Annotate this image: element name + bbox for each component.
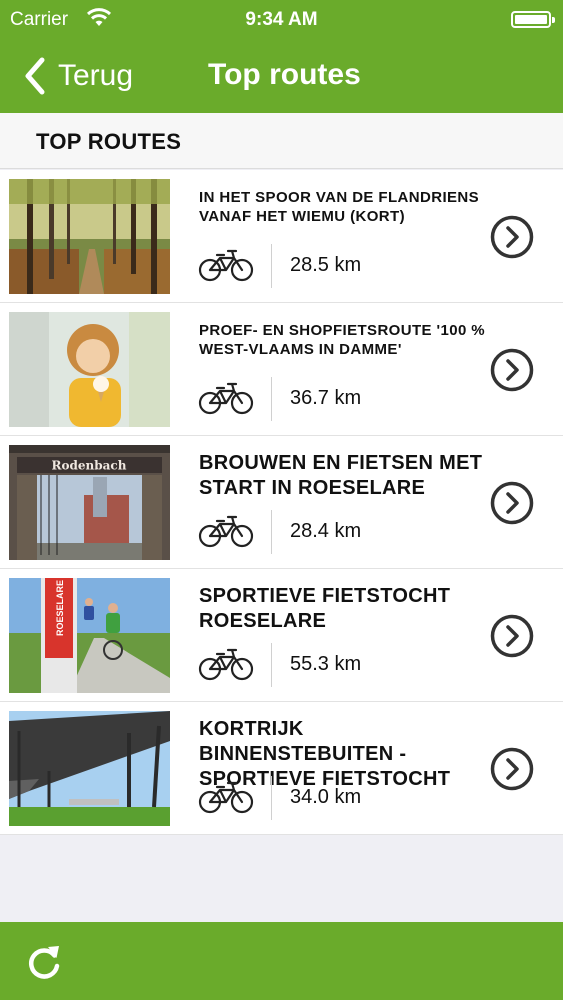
navigation-bar: Terug Top routes <box>0 40 563 113</box>
divider <box>271 776 272 820</box>
route-thumbnail-bridge-park <box>9 711 170 826</box>
divider <box>271 377 272 421</box>
top-bar: Carrier 9:34 AM Terug Top routes <box>0 0 563 113</box>
route-distance: 28.4 km <box>290 520 362 542</box>
chevron-right-circle-icon[interactable] <box>490 614 534 658</box>
divider <box>271 510 272 554</box>
route-row[interactable]: KORTRIJK BINNENSTEBUITEN - SPORTIEVE FIE… <box>0 702 563 835</box>
chevron-right-circle-icon[interactable] <box>490 481 534 525</box>
bicycle-icon <box>198 515 254 548</box>
chevron-left-icon <box>25 57 45 95</box>
bicycle-icon <box>198 249 254 282</box>
back-label: Terug <box>58 59 134 92</box>
route-title: PROEF- EN SHOPFIETSROUTE '100 % WEST-VLA… <box>199 322 486 358</box>
brewery-sign-text: Rodenbach <box>52 459 127 473</box>
route-distance: 36.7 km <box>290 387 362 409</box>
section-header: TOP ROUTES <box>0 113 563 169</box>
chevron-right-circle-icon[interactable] <box>490 747 534 791</box>
bicycle-icon <box>198 648 254 681</box>
refresh-icon[interactable] <box>26 942 62 980</box>
route-row[interactable]: IN HET SPOOR VAN DE FLANDRIENS VANAF HET… <box>0 170 563 303</box>
route-thumbnail-cyclists-signpost: ROESELARE <box>9 578 170 693</box>
route-title: BROUWEN EN FIETSEN MET START IN ROESELAR… <box>199 452 483 499</box>
page-title: Top routes <box>208 58 361 91</box>
route-distance: 55.3 km <box>290 653 362 675</box>
battery-icon <box>511 11 555 28</box>
route-title: SPORTIEVE FIETSTOCHT ROESELARE <box>199 585 451 632</box>
route-row[interactable]: PROEF- EN SHOPFIETSROUTE '100 % WEST-VLA… <box>0 303 563 436</box>
bottom-toolbar <box>0 922 563 1000</box>
chevron-right-circle-icon[interactable] <box>490 215 534 259</box>
bicycle-icon <box>198 382 254 415</box>
status-time: 9:34 AM <box>245 9 318 30</box>
route-title: IN HET SPOOR VAN DE FLANDRIENS VANAF HET… <box>199 189 480 225</box>
section-title: TOP ROUTES <box>36 129 182 154</box>
route-row[interactable]: Rodenbach BROUWEN EN FIETSEN MET START I… <box>0 436 563 569</box>
route-thumbnail-brewery-gate: Rodenbach <box>9 445 170 560</box>
route-thumbnail-child-ice-cream <box>9 312 170 427</box>
route-thumbnail-forest-path <box>9 179 170 294</box>
divider <box>271 643 272 687</box>
status-bar: Carrier 9:34 AM <box>0 0 563 38</box>
route-row[interactable]: ROESELARE SPORTIEVE FIETSTOCHT ROESELARE… <box>0 569 563 702</box>
route-list: IN HET SPOOR VAN DE FLANDRIENS VANAF HET… <box>0 170 563 835</box>
route-distance: 28.5 km <box>290 254 362 276</box>
route-distance: 34.0 km <box>290 786 362 808</box>
chevron-right-circle-icon[interactable] <box>490 348 534 392</box>
back-button[interactable]: Terug <box>22 54 133 98</box>
signpost-text: ROESELARE <box>55 580 65 636</box>
divider <box>271 244 272 288</box>
bicycle-icon <box>198 781 254 814</box>
